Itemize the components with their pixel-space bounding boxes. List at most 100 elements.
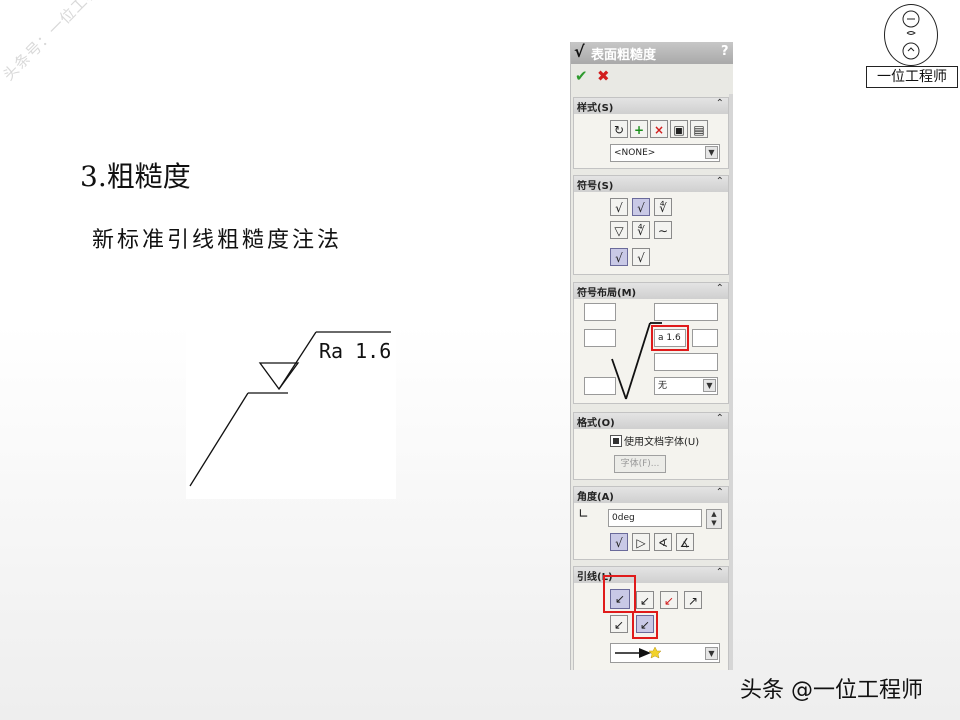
jis-none-button[interactable]: ∼ [654, 221, 672, 239]
ok-button[interactable]: ✔ [575, 67, 588, 85]
machining-required-icon: √ [637, 201, 645, 215]
roughness-check-icon: √ [574, 42, 585, 61]
plus-icon: + [633, 123, 645, 137]
checkbox-checked-icon [613, 438, 619, 444]
panel-title: 表面粗糙度 [591, 48, 657, 63]
style-apply-icon: ↻ [613, 123, 625, 137]
upright-icon: √ [615, 536, 623, 550]
chevron-down-icon: ▼ [705, 146, 718, 159]
tilde-icon: ∼ [657, 224, 669, 238]
panel-title-bar: √ 表面粗糙度 ? [571, 42, 733, 64]
leader-auto-button[interactable]: ↗ [684, 591, 702, 609]
format-group-header[interactable]: 格式(O) ⌃ [574, 413, 728, 429]
angle-group-label: 角度(A) [577, 492, 614, 503]
angle-spinner[interactable]: ▲ ▼ [706, 509, 722, 529]
angle-input[interactable]: 0deg [608, 509, 702, 527]
help-button[interactable]: ? [721, 44, 729, 59]
angle-group-header[interactable]: 角度(A) ⌃ [574, 487, 728, 503]
save-style-button[interactable]: ▣ [670, 120, 688, 138]
leader-perpendicular-button[interactable]: ↙ [610, 615, 628, 633]
use-doc-font-label: 使用文档字体(U) [624, 437, 700, 448]
rotate90-icon: ▷ [636, 536, 646, 550]
layout-field-c[interactable] [692, 329, 718, 347]
drawing-label: Ra 1.6 [319, 339, 391, 363]
collapse-icon[interactable]: ⌃ [716, 413, 724, 424]
collapse-icon[interactable]: ⌃ [716, 567, 724, 578]
delete-style-button[interactable]: × [650, 120, 668, 138]
chevron-down-icon: ▼ [703, 379, 716, 392]
auto-leader-icon: ↗ [687, 594, 699, 608]
layout-symbol-icon [611, 322, 662, 400]
arrow-style-icon [615, 646, 661, 659]
property-manager-panel: √ 表面粗糙度 ? ✔ ✖ 样式(S) ⌃ ↻ + × ▣ ▤ <NONE> ▼… [570, 42, 733, 670]
symbol-layout-group-header[interactable]: 符号布局(M) ⌃ [574, 283, 728, 299]
logo-text: 一位工程师 [866, 66, 958, 88]
no-leader-icon: ↙ [663, 594, 675, 608]
leader-none-button[interactable]: ↙ [660, 591, 678, 609]
delete-icon: × [653, 123, 665, 137]
logo-seal-icon [884, 4, 938, 66]
chevron-down-icon: ▼ [705, 647, 718, 660]
watermark: 头条号：一位工程师 [0, 0, 114, 85]
roughness-drawing: Ra 1.6 [186, 292, 396, 499]
footer-credit: 头条 @一位工程师 [740, 678, 923, 703]
layout-field-b[interactable] [654, 303, 718, 321]
format-group: 格式(O) ⌃ 使用文档字体(U) 字体(F)... [573, 412, 729, 480]
collapse-icon[interactable]: ⌃ [716, 487, 724, 498]
format-group-label: 格式(O) [577, 418, 615, 429]
style-group: 样式(S) ⌃ ↻ + × ▣ ▤ <NONE> ▼ [573, 97, 729, 169]
symbol-group: 符号(S) ⌃ √ √ ∜ ▽ ∜ ∼ √ √ [573, 175, 729, 275]
angle-value: 0deg [612, 513, 635, 523]
add-style-button[interactable]: + [630, 120, 648, 138]
machining-prohibited-button[interactable]: ∜ [654, 198, 672, 216]
style-dropdown[interactable]: <NONE> ▼ [610, 144, 720, 162]
symbol-layout-group: 符号布局(M) ⌃ a 1.6 无 ▼ [573, 282, 729, 404]
local-symbol-icon: √ [615, 251, 623, 265]
angle-perpendicular-button[interactable]: ∢ [654, 533, 672, 551]
save-icon: ▣ [673, 123, 685, 137]
leader-group: 引线(L) ⌃ ↙ ↙ ↙ ↗ ↙ ↙ ▼ [573, 566, 729, 670]
angle-icon: ∟ [578, 507, 589, 522]
jis-basic-button[interactable]: ▽ [610, 221, 628, 239]
arrow-style-dropdown[interactable]: ▼ [610, 643, 720, 663]
layout-field-d[interactable] [654, 353, 718, 371]
all-around-symbol-button[interactable]: √ [632, 248, 650, 266]
perpendicular-icon: ∢ [657, 536, 669, 550]
cancel-button[interactable]: ✖ [597, 67, 610, 85]
local-symbol-button[interactable]: √ [610, 248, 628, 266]
bent-leader-icon: ↙ [639, 594, 651, 608]
angle-group: 角度(A) ⌃ ∟ 0deg ▲ ▼ √ ▷ ∢ ∡ [573, 486, 729, 560]
basic-symbol-button[interactable]: √ [610, 198, 628, 216]
use-doc-font-checkbox[interactable] [610, 435, 622, 447]
all-around-icon: √ [637, 251, 645, 265]
jis-machining-icon: ∜ [637, 224, 645, 238]
perpendicular-leader-icon: ↙ [613, 618, 625, 632]
panel-scrollbar[interactable] [729, 94, 733, 670]
highlight-box [603, 575, 636, 613]
logo: 一位工程师 [866, 4, 958, 88]
basic-roughness-icon: √ [615, 201, 623, 215]
apply-style-button[interactable]: ↻ [610, 120, 628, 138]
jis-machining-button[interactable]: ∜ [632, 221, 650, 239]
leader-group-header[interactable]: 引线(L) ⌃ [574, 567, 728, 583]
style-group-header[interactable]: 样式(S) ⌃ [574, 98, 728, 114]
collapse-icon[interactable]: ⌃ [716, 176, 724, 187]
lay-direction-dropdown[interactable]: 无 ▼ [654, 377, 718, 395]
font-button[interactable]: 字体(F)... [614, 455, 666, 473]
page-title: 3.粗糙度 [80, 160, 191, 193]
load-style-button[interactable]: ▤ [690, 120, 708, 138]
collapse-icon[interactable]: ⌃ [716, 98, 724, 109]
machining-required-button[interactable]: √ [632, 198, 650, 216]
triangle-icon: ▽ [614, 224, 624, 238]
page-subtitle: 新标准引线粗糙度注法 [92, 228, 343, 253]
style-dropdown-value: <NONE> [614, 148, 656, 158]
angle-upright-button[interactable]: √ [610, 533, 628, 551]
leader-bent-button[interactable]: ↙ [636, 591, 654, 609]
logo-seal-graphic [902, 10, 920, 60]
angle-reverse-button[interactable]: ∡ [676, 533, 694, 551]
symbol-group-header[interactable]: 符号(S) ⌃ [574, 176, 728, 192]
angle-rotate90-button[interactable]: ▷ [632, 533, 650, 551]
symbol-layout-group-label: 符号布局(M) [577, 288, 637, 299]
highlight-box [632, 611, 658, 639]
collapse-icon[interactable]: ⌃ [716, 283, 724, 294]
